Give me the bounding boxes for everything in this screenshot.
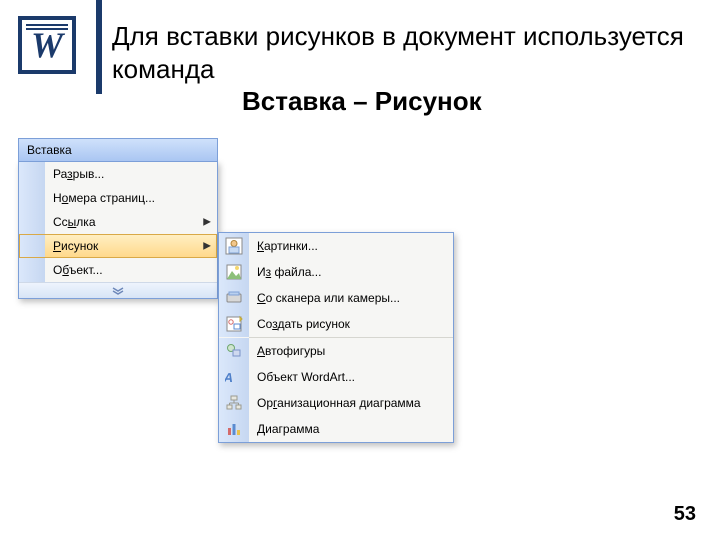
menu-item-object[interactable]: Объект... — [19, 258, 217, 282]
menu-item-label: Номера страниц... — [45, 191, 217, 205]
scanner-icon — [219, 285, 249, 311]
svg-text:A: A — [225, 370, 235, 385]
submenu-item-wordart[interactable]: A Объект WordArt... — [219, 364, 453, 390]
menu-item-page-numbers[interactable]: Номера страниц... — [19, 186, 217, 210]
chevron-down-icon — [111, 286, 125, 296]
menu-item-label: Объект... — [45, 263, 217, 277]
menu-item-picture[interactable]: Рисунок ▶ — [19, 234, 217, 258]
menu-item-label: Рисунок — [45, 239, 217, 253]
word-logo: W — [18, 16, 76, 74]
chart-icon — [219, 416, 249, 442]
submenu-item-label: Со сканера или камеры... — [249, 291, 453, 305]
submenu-item-chart[interactable]: Диаграмма — [219, 416, 453, 442]
picture-submenu: Картинки... Из файла... Со сканера или к… — [218, 232, 454, 443]
submenu-arrow-icon: ▶ — [203, 217, 211, 228]
submenu-item-autoshapes[interactable]: Автофигуры — [219, 338, 453, 364]
org-chart-icon — [219, 390, 249, 416]
submenu-item-label: Из файла... — [249, 265, 453, 279]
submenu-arrow-icon: ▶ — [203, 241, 211, 252]
menu-popup: Разрыв... Номера страниц... Ссылка ▶ Рис… — [18, 161, 218, 299]
headline: Для вставки рисунков в документ использу… — [112, 20, 696, 118]
menu-item-label: Ссылка — [45, 215, 217, 229]
menu-item-reference[interactable]: Ссылка ▶ — [19, 210, 217, 234]
gutter — [19, 186, 45, 210]
from-file-icon — [219, 259, 249, 285]
submenu-item-label: Автофигуры — [249, 344, 453, 358]
insert-menu: Вставка Разрыв... Номера страниц... Ссыл… — [18, 138, 218, 299]
menu-item-label: Разрыв... — [45, 167, 217, 181]
gutter — [19, 210, 45, 234]
headline-line2: Вставка – Рисунок — [112, 85, 482, 118]
menu-item-break[interactable]: Разрыв... — [19, 162, 217, 186]
submenu-item-scanner[interactable]: Со сканера или камеры... — [219, 285, 453, 311]
gutter — [19, 234, 45, 258]
submenu-item-label: Организационная диаграмма — [249, 396, 453, 410]
headline-line1: Для вставки рисунков в документ использу… — [112, 21, 684, 84]
clipart-icon — [219, 233, 249, 259]
wordart-icon: A — [219, 364, 249, 390]
new-drawing-icon — [219, 311, 249, 337]
submenu-item-label: Картинки... — [249, 239, 453, 253]
gutter — [19, 162, 45, 186]
submenu-item-clipart[interactable]: Картинки... — [219, 233, 453, 259]
submenu-item-label: Диаграмма — [249, 422, 453, 436]
submenu-item-from-file[interactable]: Из файла... — [219, 259, 453, 285]
page-number: 53 — [674, 503, 696, 526]
gutter — [19, 258, 45, 282]
menu-title[interactable]: Вставка — [18, 138, 218, 161]
menu-expand-button[interactable] — [19, 282, 217, 298]
submenu-item-label: Создать рисунок — [249, 317, 453, 331]
slide-accent-bar — [96, 0, 102, 94]
autoshapes-icon — [219, 338, 249, 364]
submenu-item-org-chart[interactable]: Организационная диаграмма — [219, 390, 453, 416]
submenu-item-label: Объект WordArt... — [249, 370, 453, 384]
submenu-item-new-drawing[interactable]: Создать рисунок — [219, 311, 453, 337]
menu-title-label: Вставка — [27, 143, 72, 157]
